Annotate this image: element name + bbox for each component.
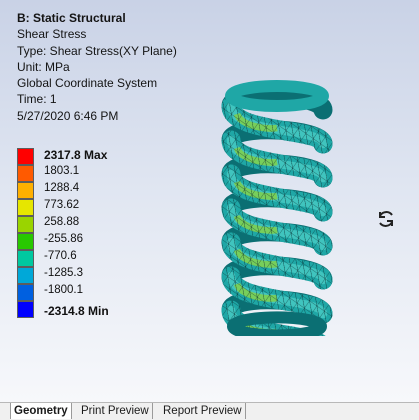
legend-color-9 — [17, 284, 34, 301]
legend-label: 258.88 — [44, 216, 80, 228]
legend-label: -1800.1 — [44, 284, 84, 296]
result-unit: Unit: MPa — [17, 59, 70, 74]
legend-color-8 — [17, 267, 34, 284]
tab-report-preview[interactable]: Report Preview — [160, 403, 246, 419]
result-date: 5/27/2020 6:46 PM — [17, 108, 119, 123]
legend-color-1 — [17, 148, 34, 165]
tab-print-preview[interactable]: Print Preview — [78, 403, 153, 419]
contour-legend[interactable]: 2317.8 Max 1803.1 1288.4 773.62 258.88 -… — [17, 148, 157, 328]
legend-label: -770.6 — [44, 250, 77, 262]
result-name: Shear Stress — [17, 27, 87, 42]
result-info: B: Static Structural Shear Stress Type: … — [17, 10, 177, 124]
legend-color-4 — [17, 199, 34, 216]
legend-color-3 — [17, 182, 34, 199]
legend-color-5 — [17, 216, 34, 233]
legend-color-2 — [17, 165, 34, 182]
coordinate-system: Global Coordinate System — [17, 76, 158, 91]
result-type: Type: Shear Stress(XY Plane) — [17, 43, 177, 58]
analysis-title: B: Static Structural — [17, 11, 126, 25]
legend-min-label: -2314.8 Min — [44, 304, 109, 318]
legend-color-7 — [17, 250, 34, 267]
tab-geometry[interactable]: Geometry — [10, 403, 72, 419]
rotate-icon[interactable] — [375, 208, 397, 230]
graphics-viewport[interactable]: B: Static Structural Shear Stress Type: … — [0, 0, 419, 402]
view-tab-bar: Geometry Print Preview Report Preview — [0, 402, 419, 420]
legend-label: 1288.4 — [44, 182, 80, 194]
legend-label: -1285.3 — [44, 267, 84, 279]
legend-label: 773.62 — [44, 199, 80, 211]
legend-max-label: 2317.8 Max — [44, 148, 108, 162]
legend-label: -255.86 — [44, 233, 84, 245]
result-time: Time: 1 — [17, 92, 57, 107]
legend-label: 1803.1 — [44, 165, 80, 177]
legend-color-6 — [17, 233, 34, 250]
spring-model[interactable] — [210, 66, 345, 336]
legend-color-10 — [17, 301, 34, 318]
